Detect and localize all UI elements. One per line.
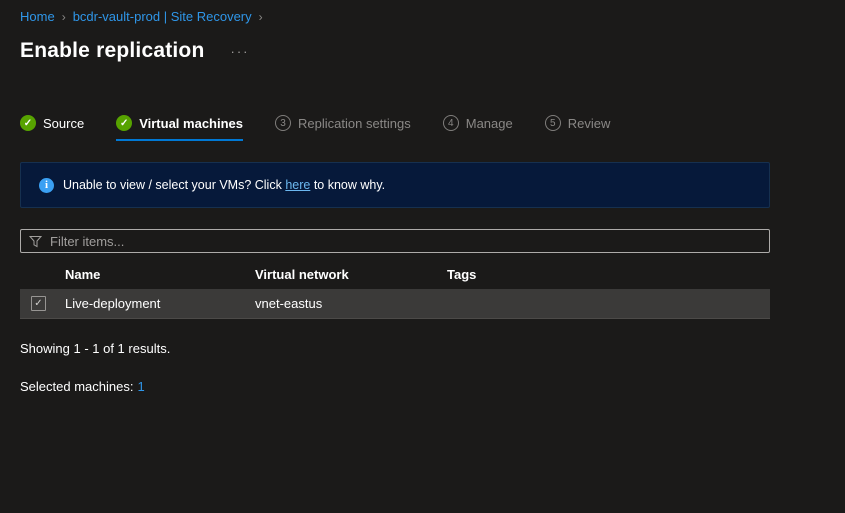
breadcrumb-link-vault[interactable]: bcdr-vault-prod | Site Recovery: [73, 9, 252, 24]
step-manage: 4 Manage: [443, 115, 513, 141]
step-number-icon: 5: [545, 115, 561, 131]
cell-virtual-network: vnet-eastus: [255, 296, 447, 311]
selected-machines-label: Selected machines:: [20, 379, 133, 394]
selected-machines-count[interactable]: 1: [137, 379, 144, 394]
banner-here-link[interactable]: here: [285, 178, 310, 192]
step-label: Replication settings: [298, 116, 411, 131]
row-checkbox[interactable]: ✓: [31, 296, 46, 311]
check-circle-icon: ✓: [20, 115, 36, 131]
info-banner: i Unable to view / select your VMs? Clic…: [20, 162, 770, 208]
chevron-right-icon: ›: [62, 10, 66, 24]
breadcrumb-link-home[interactable]: Home: [20, 9, 55, 24]
step-source[interactable]: ✓ Source: [20, 115, 84, 141]
check-circle-icon: ✓: [116, 115, 132, 131]
selected-machines: Selected machines: 1: [20, 379, 845, 394]
breadcrumb: Home › bcdr-vault-prod | Site Recovery ›: [20, 9, 845, 25]
step-virtual-machines[interactable]: ✓ Virtual machines: [116, 115, 243, 141]
more-options-icon[interactable]: ···: [230, 44, 249, 59]
column-header-tags: Tags: [447, 267, 770, 282]
info-icon: i: [39, 178, 54, 193]
table-row[interactable]: ✓ Live-deployment vnet-eastus: [20, 289, 770, 319]
step-review: 5 Review: [545, 115, 611, 141]
cell-vm-name: Live-deployment: [65, 296, 255, 311]
banner-text: Unable to view / select your VMs? Click …: [63, 178, 385, 192]
banner-text-before: Unable to view / select your VMs? Click: [63, 178, 285, 192]
banner-text-after: to know why.: [310, 178, 385, 192]
step-number-icon: 4: [443, 115, 459, 131]
vm-table: Name Virtual network Tags ✓ Live-deploym…: [20, 259, 770, 319]
column-header-virtual-network: Virtual network: [255, 267, 447, 282]
step-replication-settings: 3 Replication settings: [275, 115, 411, 141]
filter-container[interactable]: [20, 229, 770, 253]
step-label: Manage: [466, 116, 513, 131]
step-label: Virtual machines: [139, 116, 243, 131]
column-header-name: Name: [65, 267, 255, 282]
results-count: Showing 1 - 1 of 1 results.: [20, 341, 845, 356]
wizard-steps: ✓ Source ✓ Virtual machines 3 Replicatio…: [20, 115, 845, 141]
chevron-right-icon: ›: [259, 10, 263, 24]
page-title: Enable replication: [20, 39, 204, 63]
step-label: Source: [43, 116, 84, 131]
filter-funnel-icon: [29, 235, 42, 248]
table-header: Name Virtual network Tags: [20, 259, 770, 289]
step-number-icon: 3: [275, 115, 291, 131]
filter-input[interactable]: [50, 231, 761, 251]
step-label: Review: [568, 116, 611, 131]
